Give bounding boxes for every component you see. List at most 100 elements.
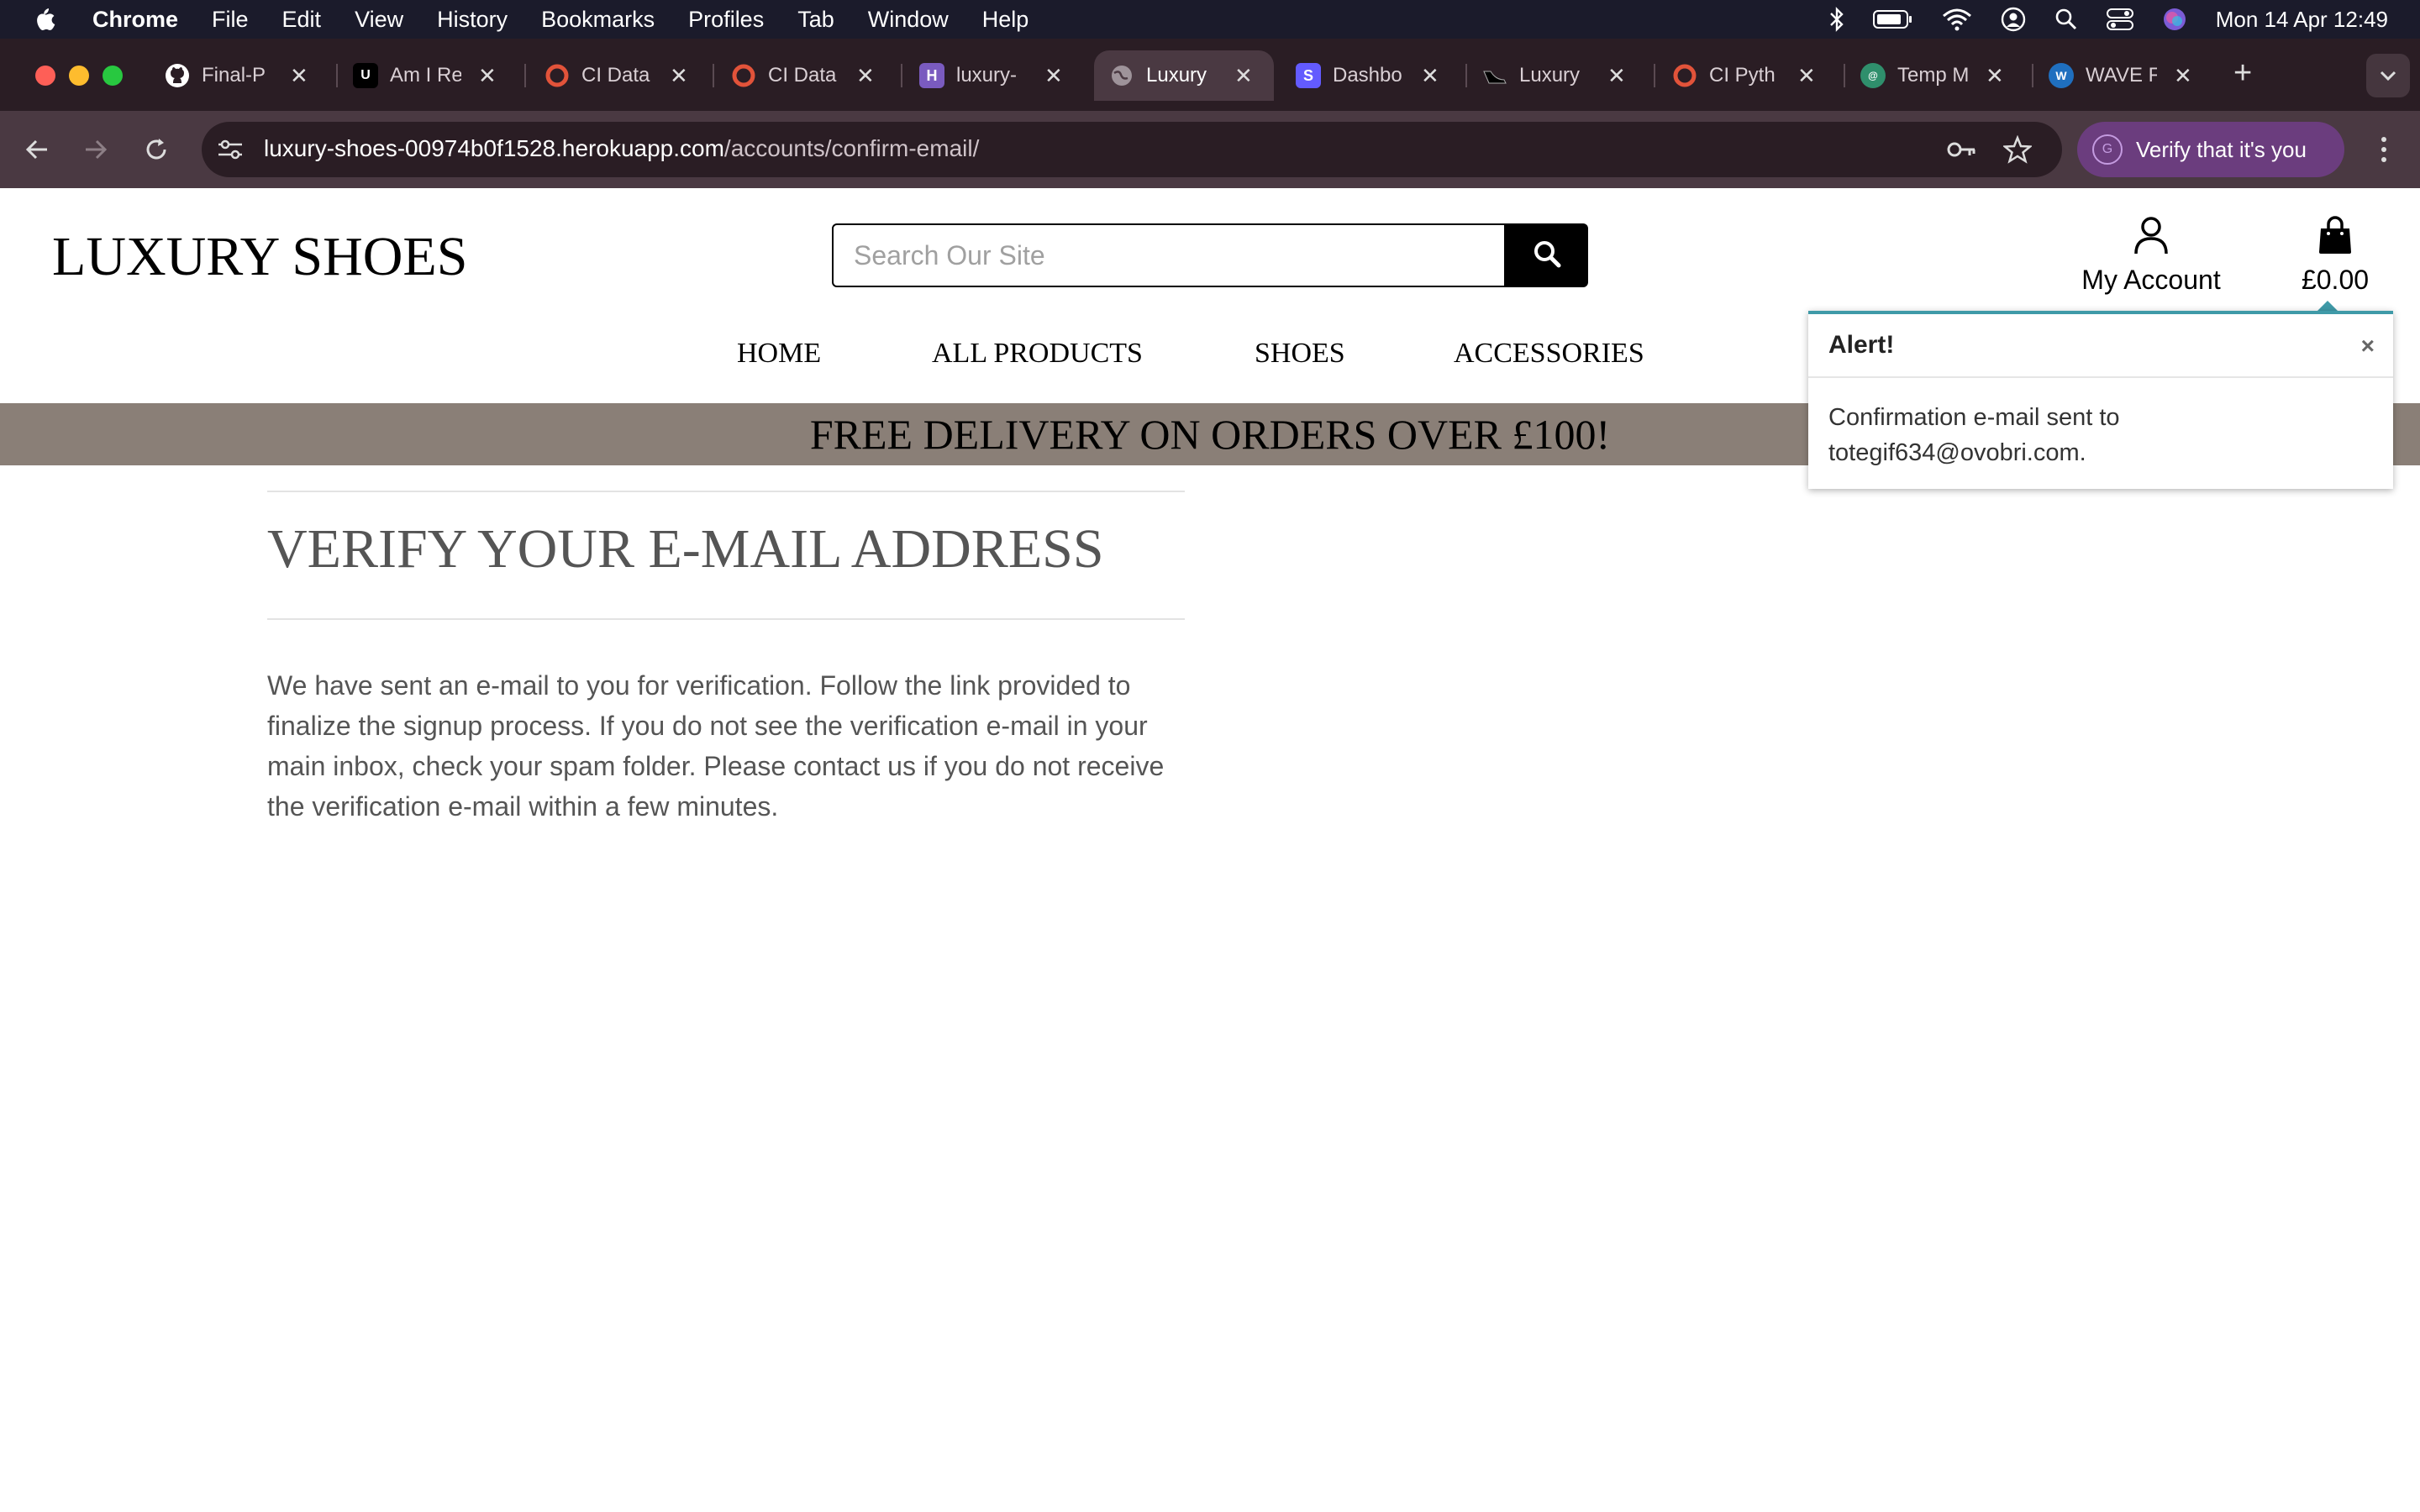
- close-tab-icon[interactable]: ✕: [1044, 63, 1063, 89]
- ci-icon: [1672, 63, 1697, 88]
- browser-tab-active[interactable]: Luxury ✕: [1094, 50, 1274, 101]
- bookmark-star-icon[interactable]: [2002, 134, 2033, 168]
- tab-title: CI Data: [581, 64, 650, 87]
- spotlight-search-icon[interactable]: [2054, 8, 2078, 31]
- tab-title: Dashbo: [1333, 64, 1402, 87]
- browser-tab[interactable]: CI Pyth ✕: [1672, 50, 1816, 101]
- tab-title: Temp M: [1897, 64, 1969, 87]
- close-tab-icon[interactable]: ✕: [856, 63, 875, 89]
- wifi-icon[interactable]: [1942, 8, 1972, 31]
- nav-accessories[interactable]: ACCESSORIES: [1454, 338, 1644, 370]
- chrome-menu-icon[interactable]: [2371, 131, 2396, 168]
- url-domain: luxury-shoes-00974b0f1528.herokuapp.com: [264, 135, 724, 161]
- browser-tab[interactable]: Final-P ✕: [165, 50, 308, 101]
- menu-history[interactable]: History: [437, 7, 508, 33]
- close-tab-icon[interactable]: ✕: [290, 63, 308, 89]
- ci-icon: [544, 63, 570, 88]
- browser-tab[interactable]: CI Data ✕: [731, 50, 875, 101]
- browser-tab[interactable]: S Dashbo ✕: [1296, 50, 1439, 101]
- alert-toast: Alert! × Confirmation e-mail sent to tot…: [1808, 311, 2393, 489]
- close-tab-icon[interactable]: ✕: [478, 63, 497, 89]
- window-zoom-button[interactable]: [103, 66, 123, 86]
- verify-email-section: VERIFY YOUR E-MAIL ADDRESS We have sent …: [267, 491, 1185, 827]
- control-center-icon[interactable]: [2106, 8, 2133, 31]
- apple-icon[interactable]: [32, 6, 57, 33]
- battery-icon[interactable]: [1872, 9, 1913, 29]
- alert-close-icon[interactable]: ×: [2361, 333, 2375, 360]
- close-tab-icon[interactable]: ✕: [2174, 63, 2192, 89]
- reload-icon[interactable]: [138, 131, 175, 168]
- menu-window[interactable]: Window: [868, 7, 949, 33]
- close-tab-icon[interactable]: ✕: [1797, 63, 1816, 89]
- window-minimize-button[interactable]: [69, 66, 89, 86]
- window-close-button[interactable]: [35, 66, 55, 86]
- nav-shoes[interactable]: SHOES: [1255, 338, 1345, 370]
- close-tab-icon[interactable]: ✕: [1234, 63, 1253, 89]
- menu-help[interactable]: Help: [982, 7, 1029, 33]
- alert-message: Confirmation e-mail sent to totegif634@o…: [1828, 404, 2120, 466]
- close-tab-icon[interactable]: ✕: [1986, 63, 2004, 89]
- shopping-bag-icon: [2317, 216, 2353, 259]
- password-key-icon[interactable]: [1946, 137, 1978, 166]
- tab-title: luxury-: [956, 64, 1018, 87]
- tab-title: Luxury: [1519, 64, 1581, 87]
- tab-separator: [1465, 64, 1467, 87]
- url-text[interactable]: luxury-shoes-00974b0f1528.herokuapp.com/…: [264, 135, 979, 162]
- tab-separator: [713, 64, 714, 87]
- ci-icon: [731, 63, 756, 88]
- menu-bookmarks[interactable]: Bookmarks: [541, 7, 655, 33]
- tab-search-chevron-icon[interactable]: [2366, 54, 2410, 97]
- tab-title: Am I Re: [390, 64, 461, 87]
- divider: [267, 618, 1185, 620]
- search-icon: [1532, 239, 1562, 273]
- site-info-tune-icon[interactable]: [217, 137, 244, 166]
- alert-pointer: [2317, 301, 2338, 311]
- search-button[interactable]: [1506, 223, 1588, 287]
- tab-title: CI Data: [768, 64, 837, 87]
- menu-profiles[interactable]: Profiles: [688, 7, 764, 33]
- divider: [267, 491, 1185, 492]
- shopping-bag-button[interactable]: £0.00: [2289, 215, 2381, 296]
- site-logo[interactable]: LUXURY SHOES: [52, 225, 467, 289]
- back-arrow-icon[interactable]: [18, 131, 55, 168]
- new-tab-icon[interactable]: +: [2233, 55, 2252, 92]
- close-tab-icon[interactable]: ✕: [670, 63, 688, 89]
- nav-home[interactable]: HOME: [737, 338, 821, 370]
- menubar-clock[interactable]: Mon 14 Apr 12:49: [2216, 7, 2388, 33]
- siri-icon[interactable]: [2162, 7, 2187, 32]
- profile-verify-label: Verify that it's you: [2136, 136, 2307, 162]
- my-account-label: My Account: [2081, 265, 2221, 295]
- wave-icon: W: [2049, 63, 2074, 88]
- delivery-banner-text: FREE DELIVERY ON ORDERS OVER £100!: [809, 411, 1611, 458]
- close-tab-icon[interactable]: ✕: [1607, 63, 1626, 89]
- address-bar[interactable]: luxury-shoes-00974b0f1528.herokuapp.com/…: [202, 122, 2062, 177]
- menu-tab[interactable]: Tab: [797, 7, 834, 33]
- ui-dev-icon: U: [353, 63, 378, 88]
- nav-all-products[interactable]: ALL PRODUCTS: [932, 338, 1143, 370]
- menu-file[interactable]: File: [212, 7, 249, 33]
- search-input[interactable]: [834, 225, 1504, 286]
- menu-view[interactable]: View: [355, 7, 403, 33]
- browser-tab[interactable]: Luxury ✕: [1482, 50, 1626, 101]
- profile-avatar-icon: G: [2092, 134, 2123, 165]
- globe-icon: [1109, 63, 1134, 88]
- temp-mail-icon: @: [1860, 63, 1886, 88]
- browser-tab[interactable]: H luxury- ✕: [919, 50, 1063, 101]
- browser-tab[interactable]: @ Temp M ✕: [1860, 50, 2004, 101]
- tab-separator: [901, 64, 902, 87]
- browser-tab[interactable]: U Am I Re ✕: [353, 50, 497, 101]
- browser-tab[interactable]: CI Data ✕: [544, 50, 688, 101]
- profile-verify-button[interactable]: G Verify that it's you: [2077, 122, 2344, 177]
- user-account-icon[interactable]: [2001, 7, 2026, 32]
- alert-title: Alert!: [1828, 331, 1895, 359]
- browser-tab[interactable]: W WAVE F ✕: [2049, 50, 2192, 101]
- verification-message: We have sent an e-mail to you for verifi…: [267, 670, 1165, 822]
- site-search-field[interactable]: [832, 223, 1506, 287]
- heroku-icon: H: [919, 63, 944, 88]
- menu-app-name[interactable]: Chrome: [92, 7, 178, 33]
- menu-edit[interactable]: Edit: [282, 7, 322, 33]
- close-tab-icon[interactable]: ✕: [1421, 63, 1439, 89]
- my-account-button[interactable]: My Account: [2067, 215, 2235, 296]
- forward-arrow-icon[interactable]: [77, 131, 114, 168]
- bluetooth-icon[interactable]: [1829, 7, 1844, 32]
